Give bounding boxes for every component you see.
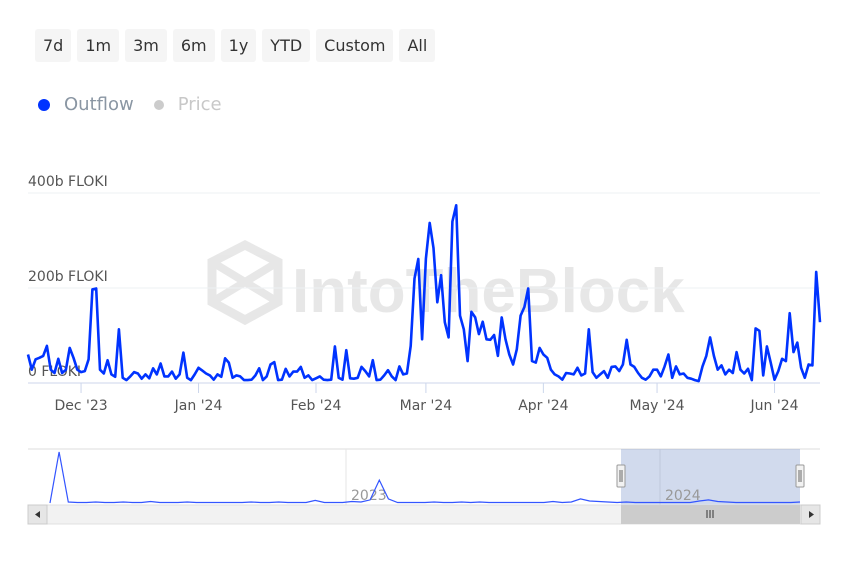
x-tick-label: Jan '24 bbox=[174, 398, 223, 414]
x-tick-label: Dec '23 bbox=[54, 398, 107, 414]
navigator-right-handle[interactable] bbox=[795, 464, 805, 488]
chart-widget: 7d 1m 3m 6m 1y YTD Custom All Outflow Pr… bbox=[0, 0, 850, 567]
navigator-left-handle[interactable] bbox=[616, 464, 626, 488]
outflow-series-line bbox=[26, 204, 822, 383]
y-tick-label: 200b FLOKI bbox=[28, 269, 108, 285]
x-tick-label: May '24 bbox=[630, 398, 685, 414]
x-tick-label: Jun '24 bbox=[750, 398, 799, 414]
y-tick-label: 400b FLOKI bbox=[28, 174, 108, 190]
x-tick-label: Mar '24 bbox=[400, 398, 453, 414]
x-tick-label: Apr '24 bbox=[518, 398, 568, 414]
navigator-selected-range[interactable] bbox=[621, 449, 800, 505]
chart-svg: IntoTheBlock 0 FLOKI200b FLOKI400b FLOKI… bbox=[26, 174, 822, 525]
x-tick-label: Feb '24 bbox=[291, 398, 342, 414]
navigator: 2023 2024 bbox=[27, 448, 821, 525]
watermark-text: IntoTheBlock bbox=[292, 257, 685, 326]
